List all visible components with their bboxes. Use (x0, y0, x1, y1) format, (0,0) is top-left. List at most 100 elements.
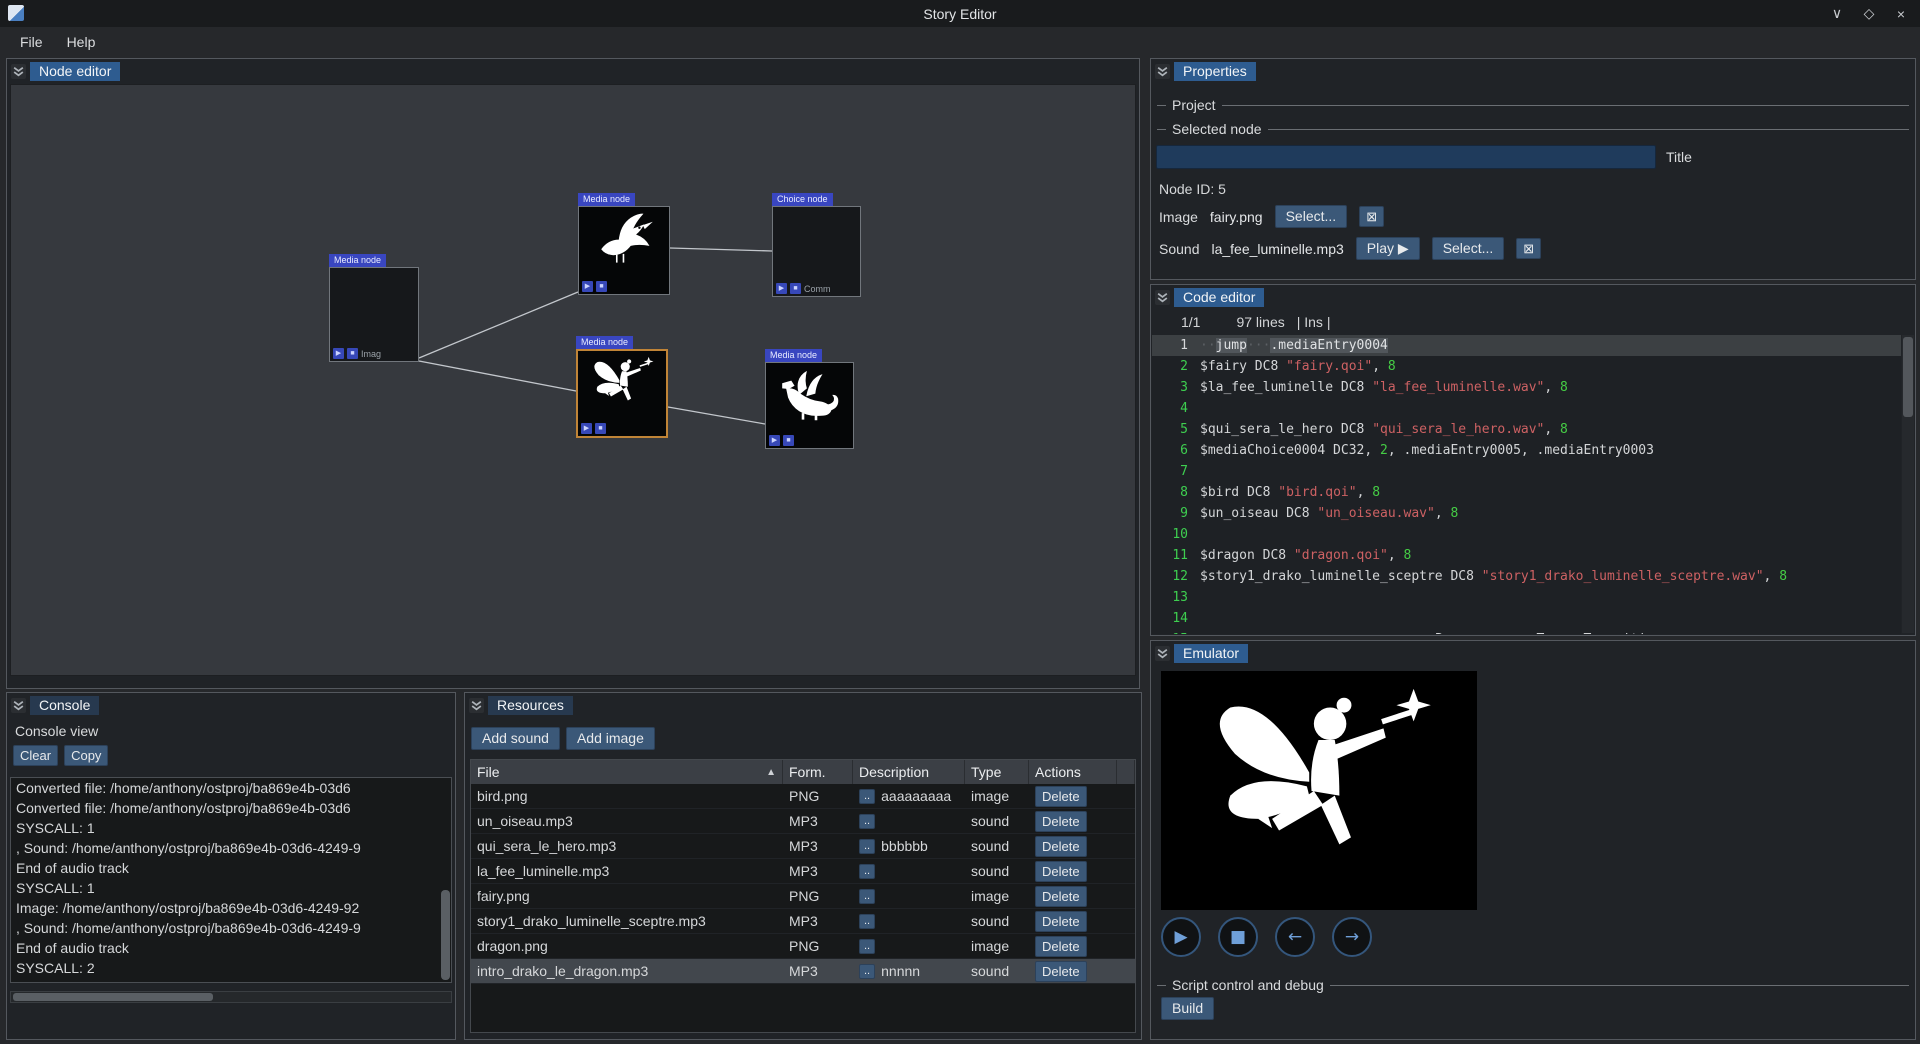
select-sound-button[interactable]: Select... (1432, 237, 1505, 260)
line-number: 3 (1152, 377, 1200, 398)
console-log-line: End of audio track (11, 858, 451, 878)
description-text: aaaaaaaaa (881, 788, 951, 804)
resource-row[interactable]: la_fee_luminelle.mp3MP3..soundDelete (471, 859, 1135, 884)
code-line[interactable]: 3$la_fee_luminelle DC8 "la_fee_luminelle… (1152, 377, 1901, 398)
code-line[interactable]: 9$un_oiseau DC8 "un_oiseau.wav", 8 (1152, 503, 1901, 524)
panel-title-properties: Properties (1174, 62, 1256, 81)
clear-sound-button[interactable]: ⊠ (1516, 238, 1541, 259)
code-line[interactable]: 8$bird DC8 "bird.qoi", 8 (1152, 482, 1901, 503)
node-media-control-icon[interactable]: ▶ (582, 281, 593, 292)
edit-description-button[interactable]: .. (859, 914, 875, 929)
step-back-button[interactable]: ← (1275, 917, 1315, 957)
node-media-control-icon[interactable]: ■ (790, 283, 801, 294)
minimize-icon[interactable]: ∨ (1826, 5, 1848, 22)
select-image-button[interactable]: Select... (1275, 205, 1348, 228)
code-line[interactable]: 12$story1_drako_luminelle_sceptre DC8 "s… (1152, 566, 1901, 587)
add-image-button[interactable]: Add image (566, 727, 655, 750)
code-line[interactable]: 1··jump···.mediaEntry0004 (1152, 335, 1901, 356)
vertical-scrollbar-thumb[interactable] (441, 890, 450, 980)
code-text-area[interactable]: 1··jump···.mediaEntry00042$fairy DC8 "fa… (1152, 335, 1901, 634)
edit-description-button[interactable]: .. (859, 839, 875, 854)
delete-button[interactable]: Delete (1035, 861, 1087, 882)
edit-description-button[interactable]: .. (859, 864, 875, 879)
delete-button[interactable]: Delete (1035, 961, 1087, 982)
resource-row[interactable]: intro_drako_le_dragon.mp3MP3..nnnnnsound… (471, 959, 1135, 984)
horizontal-scrollbar[interactable] (10, 991, 452, 1003)
clear-image-button[interactable]: ⊠ (1359, 206, 1384, 227)
edit-description-button[interactable]: .. (859, 939, 875, 954)
code-line[interactable]: 14 (1152, 608, 1901, 629)
column-header-description[interactable]: Description (853, 760, 965, 784)
column-header-file[interactable]: File ▲ (471, 760, 783, 784)
column-header-actions[interactable]: Actions (1029, 760, 1117, 784)
code-line[interactable]: 7 (1152, 461, 1901, 482)
node-title-input[interactable] (1156, 145, 1656, 169)
resource-row[interactable]: fairy.pngPNG..imageDelete (471, 884, 1135, 909)
console-log-view[interactable]: Converted file: /home/anthony/ostproj/ba… (10, 777, 452, 983)
add-sound-button[interactable]: Add sound (471, 727, 560, 750)
graph-node-choice[interactable]: Choice node▶■Comm (772, 193, 861, 297)
format-cell: PNG (783, 784, 853, 808)
graph-node-bird[interactable]: Media node▶■ (578, 193, 670, 295)
code-line[interactable]: 6$mediaChoice0004 DC32, 2, .mediaEntry00… (1152, 440, 1901, 461)
delete-button[interactable]: Delete (1035, 836, 1087, 857)
delete-button[interactable]: Delete (1035, 811, 1087, 832)
node-media-control-icon[interactable]: ▶ (776, 283, 787, 294)
node-media-control-icon[interactable]: ■ (783, 435, 794, 446)
code-line[interactable]: 2$fairy DC8 "fairy.qoi", 8 (1152, 356, 1901, 377)
build-button[interactable]: Build (1161, 997, 1214, 1020)
resource-row[interactable]: un_oiseau.mp3MP3..soundDelete (471, 809, 1135, 834)
column-header-form[interactable]: Form. (783, 760, 853, 784)
node-media-control-icon[interactable]: ■ (596, 281, 607, 292)
node-media-control-icon[interactable]: ■ (595, 423, 606, 434)
collapse-panel-icon[interactable] (1155, 64, 1170, 79)
node-graph-canvas[interactable]: Media node▶■Imag Media node▶■ Choice node▶… (10, 84, 1136, 676)
collapse-panel-icon[interactable] (469, 698, 484, 713)
menu-file[interactable]: File (10, 31, 53, 53)
clear-button[interactable]: Clear (13, 745, 58, 766)
maximize-icon[interactable]: ◇ (1858, 5, 1880, 22)
close-icon[interactable]: × (1890, 6, 1912, 22)
resource-row[interactable]: dragon.pngPNG..imageDelete (471, 934, 1135, 959)
delete-button[interactable]: Delete (1035, 936, 1087, 957)
delete-button[interactable]: Delete (1035, 886, 1087, 907)
graph-node-dragon[interactable]: Media node▶■ (765, 349, 854, 449)
step-forward-button[interactable]: → (1332, 917, 1372, 957)
resource-row[interactable]: bird.pngPNG..aaaaaaaaaimageDelete (471, 784, 1135, 809)
code-line[interactable]: 11$dragon DC8 "dragon.qoi", 8 (1152, 545, 1901, 566)
line-number: 4 (1152, 398, 1200, 419)
node-media-control-icon[interactable]: ■ (347, 348, 358, 359)
horizontal-scrollbar-thumb[interactable] (13, 993, 213, 1001)
collapse-panel-icon[interactable] (1155, 646, 1170, 661)
copy-button[interactable]: Copy (64, 745, 108, 766)
code-scrollbar-thumb[interactable] (1903, 337, 1913, 417)
node-media-control-icon[interactable]: ▶ (333, 348, 344, 359)
delete-button[interactable]: Delete (1035, 786, 1087, 807)
resource-row[interactable]: qui_sera_le_hero.mp3MP3..bbbbbbsoundDele… (471, 834, 1135, 859)
code-line[interactable]: 5$qui_sera_le_hero DC8 "qui_sera_le_hero… (1152, 419, 1901, 440)
node-media-control-icon[interactable]: ▶ (769, 435, 780, 446)
node-media-control-icon[interactable]: ▶ (581, 423, 592, 434)
edit-description-button[interactable]: .. (859, 889, 875, 904)
code-line[interactable]: 10 (1152, 524, 1901, 545)
collapse-panel-icon[interactable] (1155, 290, 1170, 305)
code-line[interactable]: 15 Personnage Tag Transition (1152, 629, 1901, 634)
delete-button[interactable]: Delete (1035, 911, 1087, 932)
edit-description-button[interactable]: .. (859, 964, 875, 979)
play-sound-button[interactable]: Play ▶ (1356, 237, 1420, 260)
graph-node-fairy[interactable]: Media node▶■ (576, 336, 668, 438)
code-text: $la_fee_luminelle DC8 "la_fee_luminelle.… (1200, 377, 1568, 398)
collapse-panel-icon[interactable] (11, 698, 26, 713)
code-line[interactable]: 13 (1152, 587, 1901, 608)
edit-description-button[interactable]: .. (859, 814, 875, 829)
graph-node-intro[interactable]: Media node▶■Imag (329, 254, 419, 362)
edit-description-button[interactable]: .. (859, 789, 875, 804)
play-button[interactable]: ▶ (1161, 917, 1201, 957)
stop-button[interactable]: ■ (1218, 917, 1258, 957)
code-scrollbar[interactable] (1902, 335, 1914, 633)
menu-help[interactable]: Help (57, 31, 106, 53)
collapse-panel-icon[interactable] (11, 64, 26, 79)
column-header-type[interactable]: Type (965, 760, 1029, 784)
code-line[interactable]: 4 (1152, 398, 1901, 419)
resource-row[interactable]: story1_drako_luminelle_sceptre.mp3MP3..s… (471, 909, 1135, 934)
